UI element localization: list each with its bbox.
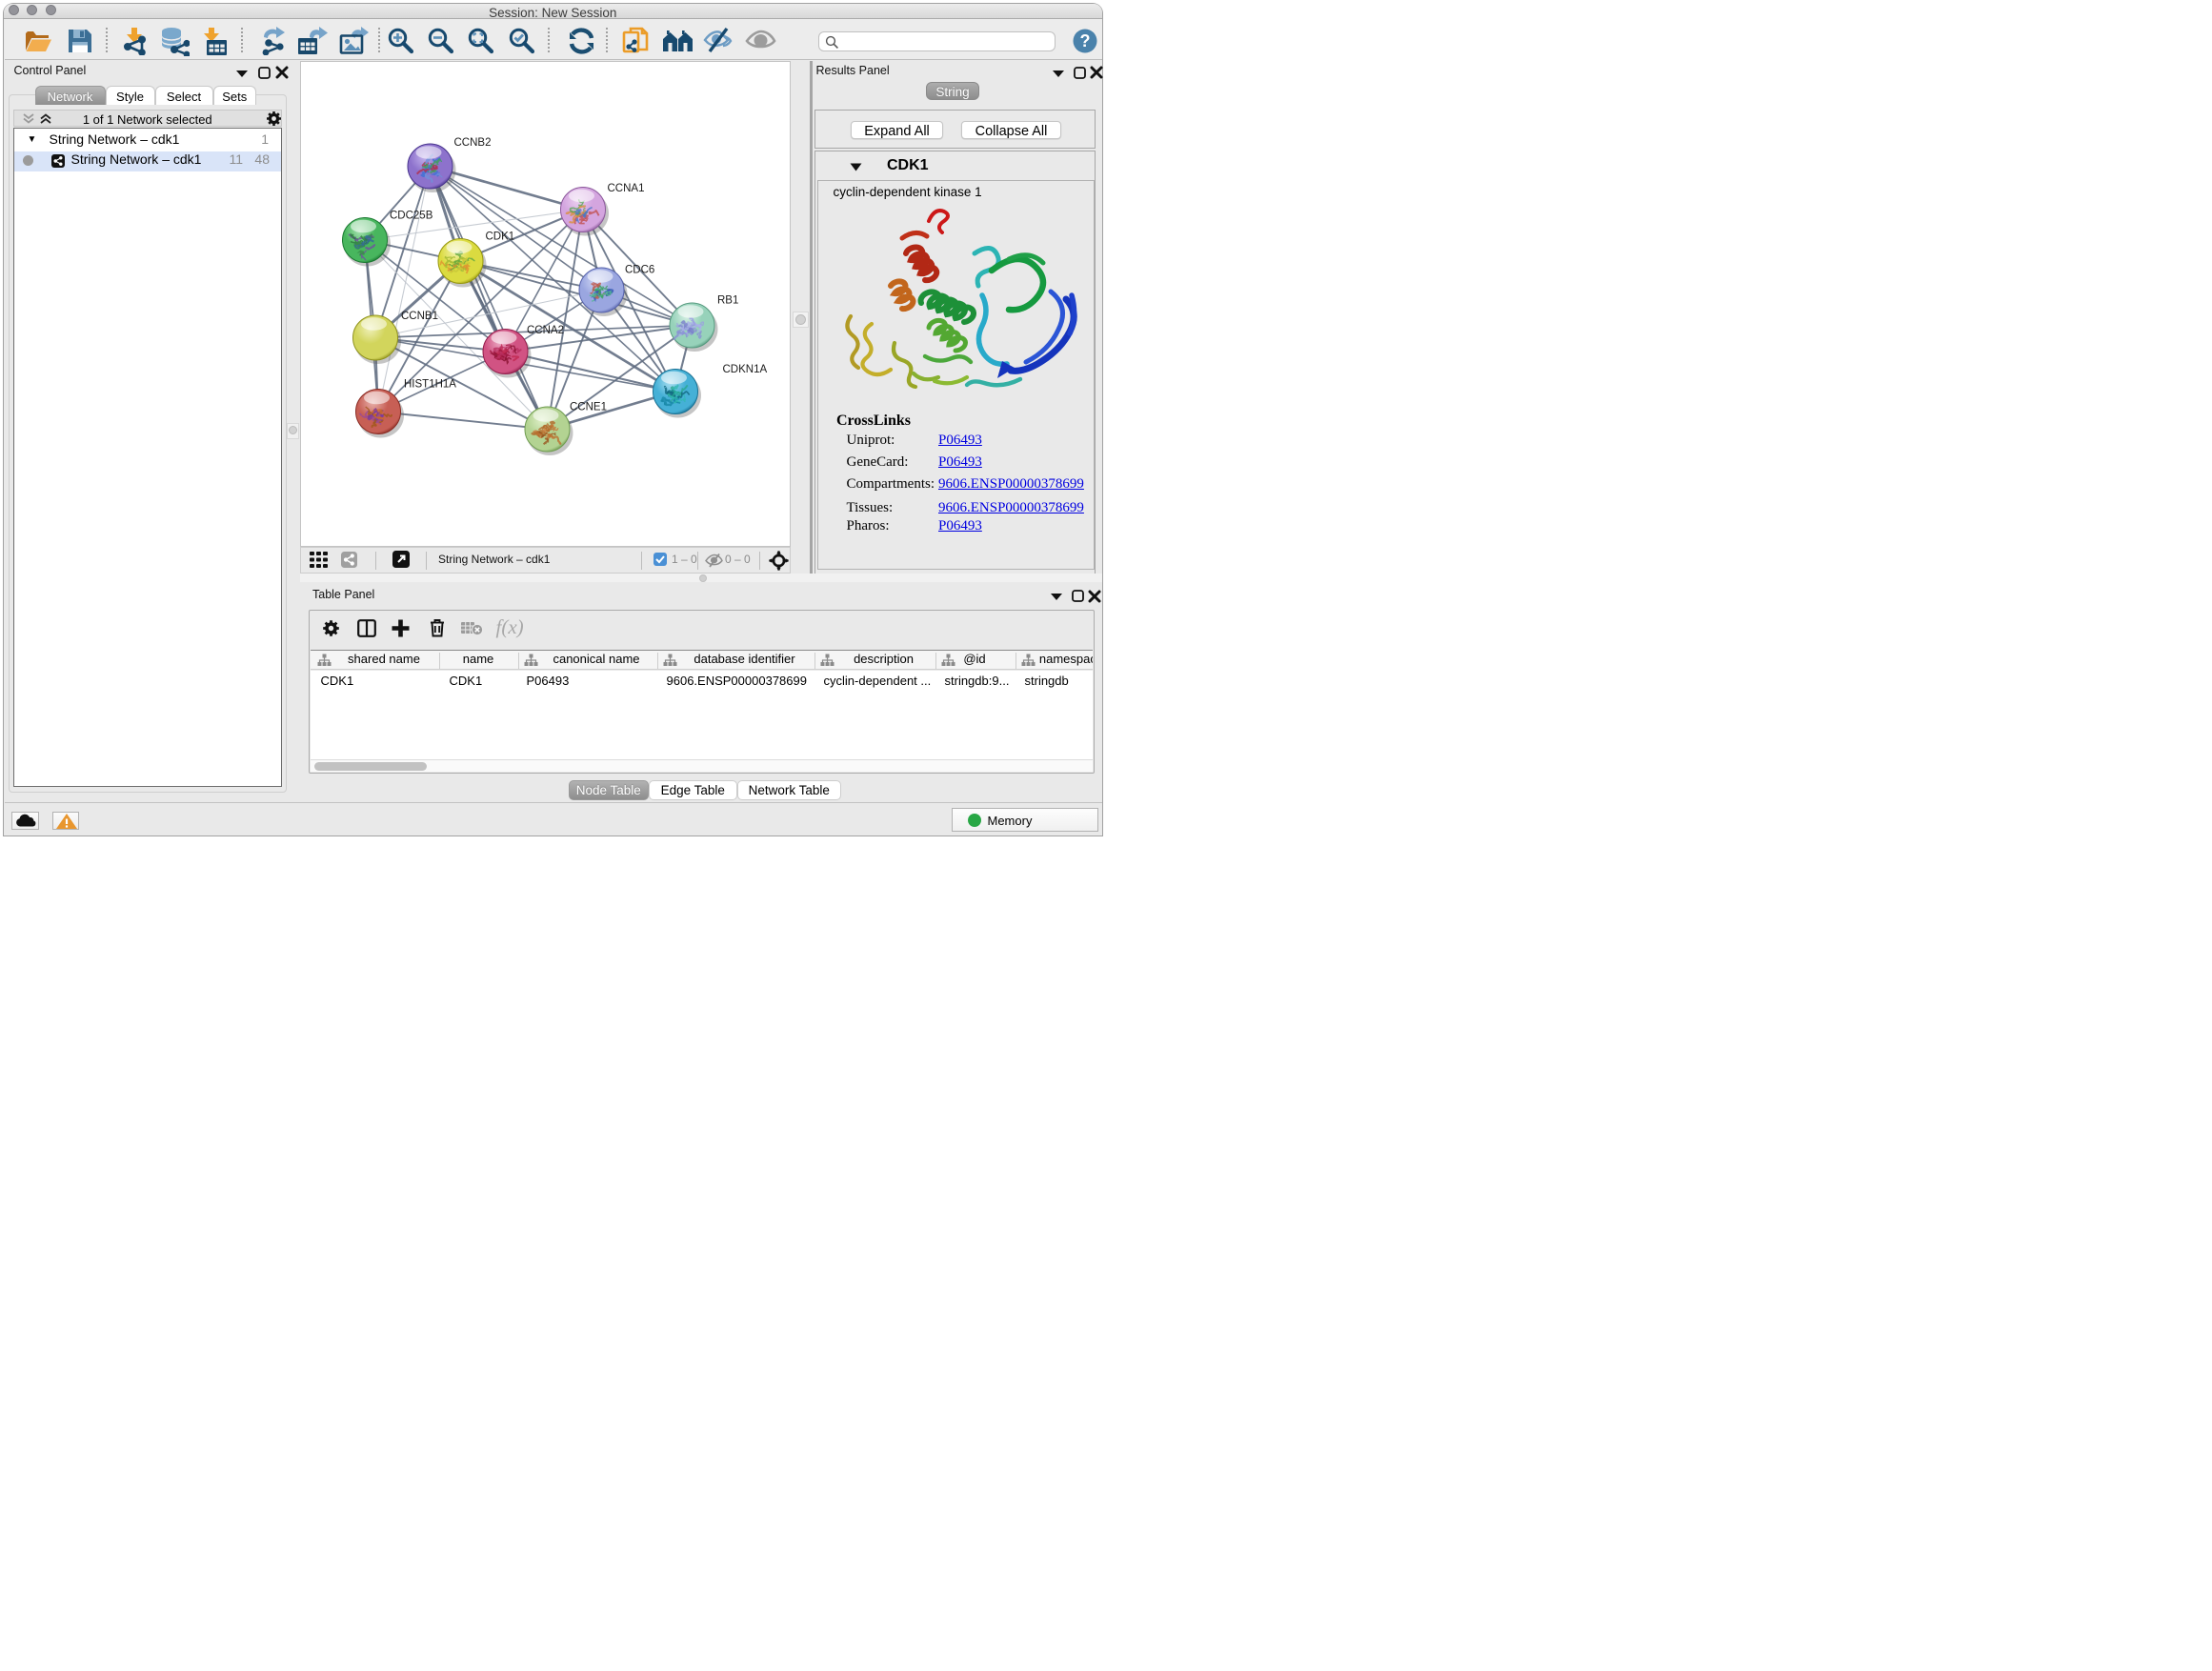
- svg-text:CCNA2: CCNA2: [527, 325, 564, 336]
- svg-text:RB1: RB1: [717, 294, 738, 306]
- svg-text:?: ?: [1079, 31, 1090, 50]
- svg-text:CDK1: CDK1: [486, 231, 515, 242]
- svg-text:CCNB1: CCNB1: [401, 311, 438, 322]
- svg-text:CDKN1A: CDKN1A: [723, 364, 768, 375]
- svg-text:CCNB2: CCNB2: [454, 137, 492, 149]
- svg-text:CCNE1: CCNE1: [570, 401, 607, 413]
- svg-text:HIST1H1A: HIST1H1A: [404, 378, 456, 390]
- svg-text:CCNA1: CCNA1: [608, 183, 645, 194]
- svg-text:CDC25B: CDC25B: [390, 210, 433, 221]
- svg-text:CDC6: CDC6: [625, 264, 654, 275]
